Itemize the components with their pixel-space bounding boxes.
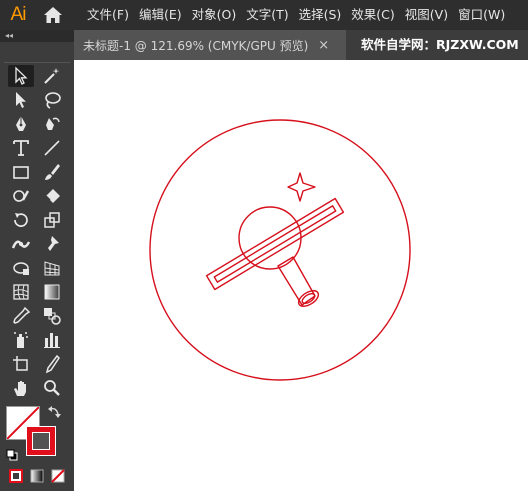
mesh-icon[interactable] [8,281,34,303]
none-mode-icon[interactable] [51,468,65,483]
menu-effect[interactable]: 效果(C) [346,0,399,30]
default-colors-icon[interactable] [6,446,18,461]
column-graph-icon[interactable] [39,329,65,351]
slice-icon[interactable] [39,353,65,375]
bar-group[interactable] [205,197,345,291]
scale-icon[interactable] [39,209,65,231]
selection-tool-icon[interactable] [8,65,34,87]
paintbrush-icon[interactable] [39,161,65,183]
gradient-mode-icon[interactable] [30,468,44,483]
collapse-panels-button[interactable]: ◂◂ [0,30,74,42]
menu-window[interactable]: 窗口(W) [453,0,510,30]
stroke-swatch-hole [32,432,50,450]
pen-icon[interactable] [8,113,34,135]
stroke-swatch[interactable] [26,426,56,456]
artboard-canvas[interactable] [74,60,528,491]
document-tab-title: 未标题-1 @ 121.69% (CMYK/GPU 预览) [83,38,309,53]
hand-icon[interactable] [8,377,34,399]
rectangle-icon[interactable] [8,161,34,183]
sparkle-path[interactable] [287,172,316,202]
magic-wand-icon[interactable] [39,65,65,87]
blend-icon[interactable] [39,305,65,327]
handle-end-outer[interactable] [296,288,321,310]
menu-edit[interactable]: 编辑(E) [134,0,187,30]
puppet-warp-icon[interactable] [39,233,65,255]
app-logo: Ai [10,4,27,25]
home-icon[interactable] [36,0,70,30]
menu-view[interactable]: 视图(V) [400,0,453,30]
free-transform-icon[interactable] [8,257,34,279]
direct-selection-icon[interactable] [8,89,34,111]
shaper-icon[interactable] [8,185,34,207]
menu-select[interactable]: 选择(S) [294,0,347,30]
line-segment-icon[interactable] [39,137,65,159]
menu-list: 文件(F) 编辑(E) 对象(O) 文字(T) 选择(S) 效果(C) 视图(V… [82,0,510,30]
swap-fill-stroke-icon[interactable] [48,404,62,418]
menu-type[interactable]: 文字(T) [241,0,293,30]
curvature-icon[interactable] [39,113,65,135]
artboard-icon[interactable] [8,353,34,375]
eyedropper-icon[interactable] [8,305,34,327]
document-tab-strip: ◂◂ 未标题-1 @ 121.69% (CMYK/GPU 预览) × 软件自学网… [0,30,528,60]
gradient-icon[interactable] [39,281,65,303]
watermark-text: 软件自学网：RJZXW.COM [361,37,519,52]
type-icon[interactable] [8,137,34,159]
menu-bar: Ai 文件(F) 编辑(E) 对象(O) 文字(T) 选择(S) 效果(C) 视… [0,0,528,30]
symbol-sprayer-icon[interactable] [8,329,34,351]
width-icon[interactable] [8,233,34,255]
perspective-grid-icon[interactable] [39,257,65,279]
artwork [149,119,411,381]
close-icon[interactable]: × [318,38,329,53]
eraser-icon[interactable] [39,185,65,207]
handle-path[interactable] [277,256,316,306]
zoom-icon[interactable] [39,377,65,399]
lasso-icon[interactable] [39,89,65,111]
color-mode-icon[interactable] [9,468,23,483]
tools-panel [0,60,74,491]
handle-end-inner[interactable] [301,292,317,306]
menu-object[interactable]: 对象(O) [187,0,242,30]
document-tab[interactable]: 未标题-1 @ 121.69% (CMYK/GPU 预览) × [74,30,346,60]
menu-file[interactable]: 文件(F) [82,0,134,30]
rotate-icon[interactable] [8,209,34,231]
